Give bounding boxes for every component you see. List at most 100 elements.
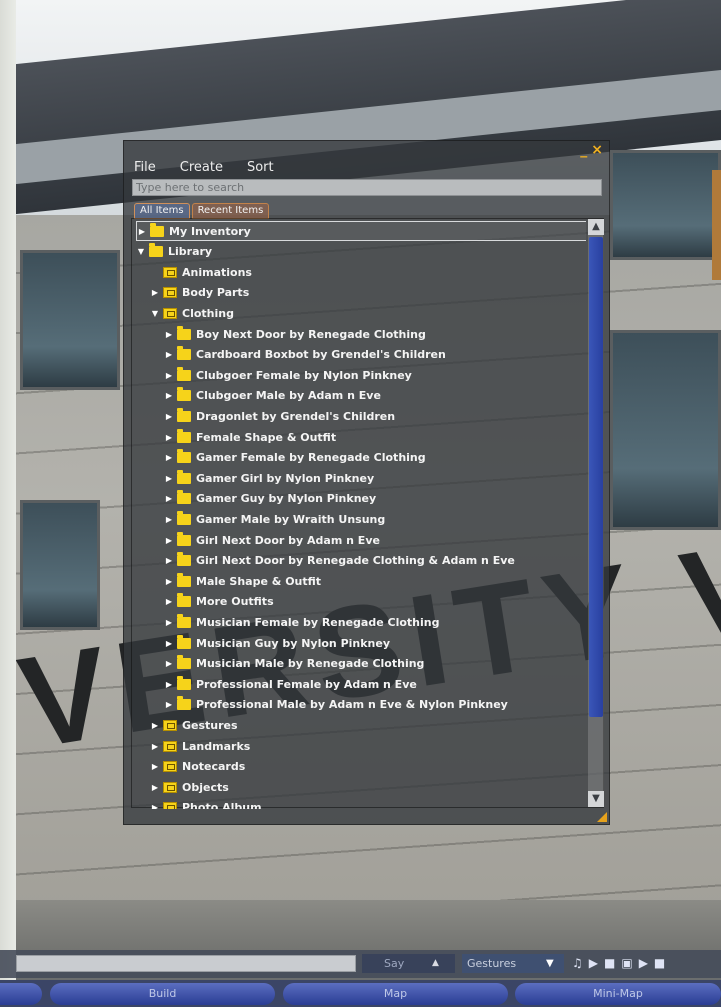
- stop-icon[interactable]: ■: [654, 954, 665, 973]
- collapsed-arrow-icon[interactable]: ▶: [164, 474, 174, 483]
- inventory-item-label: Gamer Male by Wraith Unsung: [196, 512, 386, 526]
- media-controls: ♫ ▶ ■ ▣ ▶ ■: [572, 954, 665, 973]
- collapsed-arrow-icon[interactable]: ▶: [164, 412, 174, 421]
- inventory-window[interactable]: File Create Sort _ × All Items Recent It…: [123, 140, 610, 825]
- minimize-button[interactable]: _: [580, 143, 587, 157]
- inventory-item[interactable]: ▶ Landmarks: [150, 736, 250, 756]
- scroll-up-button[interactable]: ▲: [588, 219, 604, 235]
- collapsed-arrow-icon[interactable]: ▶: [150, 762, 160, 771]
- collapsed-arrow-icon[interactable]: ▶: [164, 700, 174, 709]
- inventory-item[interactable]: ▶ Dragonlet by Grendel's Children: [164, 406, 395, 426]
- collapsed-arrow-icon[interactable]: ▶: [150, 288, 160, 297]
- collapsed-arrow-icon[interactable]: ▶: [164, 577, 174, 586]
- collapsed-arrow-icon[interactable]: ▶: [150, 783, 160, 792]
- expanded-arrow-icon[interactable]: ▼: [150, 309, 160, 318]
- inventory-tree[interactable]: ▶ My Inventory ▼ Library Animations ▶ Body Par…: [132, 219, 586, 809]
- inventory-item-label: Female Shape & Outfit: [196, 430, 337, 444]
- say-button[interactable]: Say: [362, 954, 455, 973]
- folder-icon: [177, 325, 191, 340]
- inventory-item[interactable]: ▶ Female Shape & Outfit: [164, 427, 336, 447]
- expanded-arrow-icon[interactable]: ▼: [136, 247, 146, 256]
- menu-file[interactable]: File: [134, 159, 156, 177]
- inventory-item[interactable]: ▶ Musician Male by Renegade Clothing: [164, 654, 424, 674]
- collapsed-arrow-icon[interactable]: ▶: [164, 536, 174, 545]
- scroll-thumb[interactable]: [589, 237, 603, 717]
- play-icon[interactable]: ▶: [639, 954, 648, 973]
- inventory-item[interactable]: ▶ Body Parts: [150, 283, 249, 303]
- collapsed-arrow-icon[interactable]: ▶: [150, 721, 160, 730]
- chat-input[interactable]: [16, 955, 356, 972]
- collapsed-arrow-icon[interactable]: ▶: [164, 639, 174, 648]
- collapsed-arrow-icon[interactable]: ▶: [164, 494, 174, 503]
- build-button[interactable]: Build: [50, 983, 275, 1005]
- collapsed-arrow-icon[interactable]: ▶: [164, 597, 174, 606]
- search-input[interactable]: [132, 179, 602, 196]
- bottom-toolbar: Build Map Mini-Map: [0, 980, 721, 1007]
- inventory-item[interactable]: ▶ Musician Female by Renegade Clothing: [164, 612, 439, 632]
- collapsed-arrow-icon[interactable]: ▶: [164, 556, 174, 565]
- inventory-item[interactable]: ▶ Cardboard Boxbot by Grendel's Children: [164, 345, 446, 365]
- inventory-item[interactable]: ▶ Gamer Girl by Nylon Pinkney: [164, 468, 374, 488]
- inventory-item[interactable]: ▶ Gamer Male by Wraith Unsung: [164, 509, 385, 529]
- tree-scrollbar[interactable]: ▲ ▼: [588, 219, 604, 807]
- scroll-down-button[interactable]: ▼: [588, 791, 604, 807]
- chat-bar: Say ▲ Gestures ▼ ♫ ▶ ■ ▣ ▶ ■: [0, 950, 721, 978]
- folder-icon: [149, 243, 163, 258]
- inventory-item[interactable]: ▶ Photo Album: [150, 798, 262, 809]
- inventory-item-label: Girl Next Door by Adam n Eve: [196, 533, 380, 547]
- collapsed-arrow-icon[interactable]: ▶: [164, 391, 174, 400]
- music-note-icon[interactable]: ♫: [572, 954, 583, 973]
- collapsed-arrow-icon[interactable]: ▶: [164, 515, 174, 524]
- play-icon[interactable]: ▶: [589, 954, 598, 973]
- collapsed-arrow-icon[interactable]: ▶: [164, 618, 174, 627]
- resize-handle[interactable]: [597, 812, 607, 822]
- collapsed-arrow-icon[interactable]: ▶: [164, 350, 174, 359]
- category-folder-icon: [163, 781, 177, 793]
- collapsed-arrow-icon[interactable]: ▶: [150, 742, 160, 751]
- inventory-item-label: Clubgoer Male by Adam n Eve: [196, 389, 381, 403]
- inventory-item[interactable]: ▶ Girl Next Door by Renegade Clothing & A…: [164, 551, 515, 571]
- inventory-item-label: Musician Female by Renegade Clothing: [196, 615, 440, 629]
- inventory-item[interactable]: ▶ Clubgoer Male by Adam n Eve: [164, 386, 381, 406]
- inventory-item[interactable]: ▼ Library: [136, 242, 212, 262]
- inventory-item[interactable]: ▶ Gamer Guy by Nylon Pinkney: [164, 489, 376, 509]
- tab-recent-items[interactable]: Recent Items: [191, 203, 270, 219]
- collapsed-arrow-icon[interactable]: ▶: [164, 433, 174, 442]
- collapsed-arrow-icon[interactable]: ▶: [164, 680, 174, 689]
- collapsed-arrow-icon[interactable]: ▶: [164, 659, 174, 668]
- inventory-item[interactable]: ▶ Gestures: [150, 715, 238, 735]
- inventory-item[interactable]: ▼ Clothing: [150, 303, 234, 323]
- minimap-button[interactable]: Mini-Map: [515, 983, 721, 1005]
- toolbar-button-left[interactable]: [0, 983, 42, 1005]
- inventory-item[interactable]: ▶ Boy Next Door by Renegade Clothing: [164, 324, 426, 344]
- inventory-item[interactable]: ▶ Professional Female by Adam n Eve: [164, 674, 417, 694]
- inventory-item[interactable]: ▶ Notecards: [150, 757, 245, 777]
- inventory-item[interactable]: Animations: [150, 262, 252, 282]
- inventory-item-label: Animations: [182, 265, 252, 279]
- folder-icon: [177, 696, 191, 711]
- say-dropdown-icon[interactable]: ▲: [432, 954, 439, 973]
- inventory-item[interactable]: ▶ More Outfits: [164, 592, 274, 612]
- inventory-item[interactable]: ▶ Girl Next Door by Adam n Eve: [164, 530, 380, 550]
- collapsed-arrow-icon[interactable]: ▶: [164, 453, 174, 462]
- tab-all-items[interactable]: All Items: [134, 203, 190, 219]
- folder-icon: [177, 366, 191, 381]
- stop-icon[interactable]: ■: [604, 954, 615, 973]
- collapsed-arrow-icon[interactable]: ▶: [164, 330, 174, 339]
- menu-create[interactable]: Create: [180, 159, 223, 177]
- inventory-item[interactable]: ▶ Musician Guy by Nylon Pinkney: [164, 633, 390, 653]
- inventory-item[interactable]: ▶ Objects: [150, 777, 229, 797]
- inventory-item[interactable]: ▶ Professional Male by Adam n Eve & Nylon…: [164, 695, 508, 715]
- collapsed-arrow-icon[interactable]: ▶: [150, 803, 160, 809]
- menu-sort[interactable]: Sort: [247, 159, 274, 177]
- close-button[interactable]: ×: [591, 143, 603, 157]
- folder-icon: [150, 222, 164, 237]
- inventory-item[interactable]: ▶ Gamer Female by Renegade Clothing: [164, 448, 426, 468]
- collapsed-arrow-icon[interactable]: ▶: [164, 371, 174, 380]
- map-button[interactable]: Map: [283, 983, 508, 1005]
- inventory-item[interactable]: ▶ Male Shape & Outfit: [164, 571, 321, 591]
- collapsed-arrow-icon[interactable]: ▶: [137, 227, 147, 236]
- inventory-item[interactable]: ▶ My Inventory: [136, 221, 586, 241]
- movie-icon[interactable]: ▣: [621, 954, 632, 973]
- inventory-item[interactable]: ▶ Clubgoer Female by Nylon Pinkney: [164, 365, 412, 385]
